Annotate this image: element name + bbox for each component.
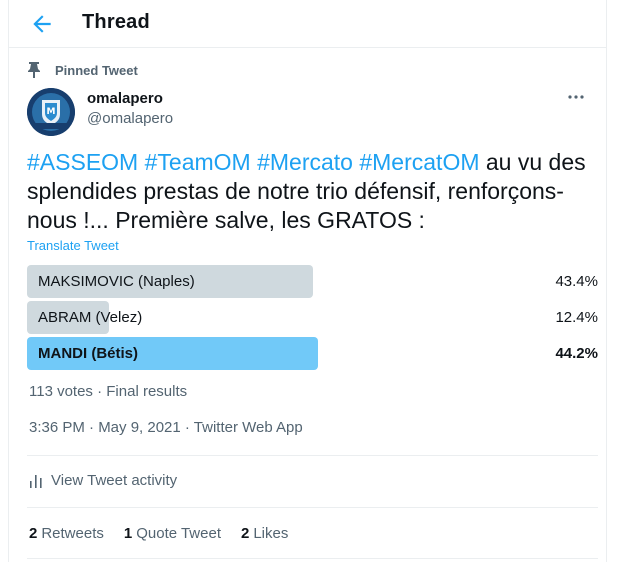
stat-count: 2 [241,525,250,542]
retweets-stat[interactable]: 2 Retweets [29,525,104,542]
hashtag-link[interactable]: #Mercato [257,149,353,175]
poll-option-winner: MANDI (Bétis) 44.2% [27,337,598,370]
stat-count: 1 [123,525,133,542]
author-handle[interactable]: @omalapero [87,110,173,127]
page-title: Thread [82,11,150,33]
hashtag-link[interactable]: #TeamOM [145,149,251,175]
pinned-indicator: Pinned Tweet [27,61,138,79]
view-tweet-activity-label: View Tweet activity [51,472,178,489]
likes-stat[interactable]: 2 Likes [241,525,288,542]
translate-tweet-link[interactable]: Translate Tweet [27,238,119,253]
poll-option-label: MANDI (Bétis) [38,345,138,362]
divider [27,507,598,508]
divider [27,558,598,559]
author-display-name[interactable]: omalapero [87,90,163,107]
hashtag-link[interactable]: #ASSEOM [27,149,138,175]
header-bar: Thread [9,0,606,48]
stat-label: Retweets [41,525,104,542]
poll-option-percent: 12.4% [555,309,598,326]
poll-option-percent: 44.2% [555,345,598,362]
view-tweet-activity-link[interactable]: View Tweet activity [29,472,177,489]
stat-label: Likes [253,525,289,542]
tweet-timestamp[interactable]: 3:36 PM · May 9, 2021 · Twitter Web App [29,419,303,436]
poll-option: ABRAM (Velez) 12.4% [27,301,598,334]
poll-option-label: MAKSIMOVIC (Naples) [38,273,195,290]
quote-tweets-stat[interactable]: 1 Quote Tweet [124,525,221,542]
more-horizontal-icon[interactable] [562,86,590,108]
tweet-thread-panel: Thread Pinned Tweet M omalapero @omalape… [8,0,607,562]
divider [27,455,598,456]
tweet-text: #ASSEOM #TeamOM #Mercato #MercatOM au vu… [27,148,597,235]
arrow-left-icon[interactable] [29,11,55,37]
stat-count: 2 [29,525,38,542]
poll-option-label: ABRAM (Velez) [38,309,143,326]
hashtag-link[interactable]: #MercatOM [359,149,479,175]
poll-option-percent: 43.4% [555,273,598,290]
stat-label: Quote Tweet [136,525,221,542]
pin-icon [28,62,40,78]
pinned-label: Pinned Tweet [55,62,138,78]
poll-option: MAKSIMOVIC (Naples) 43.4% [27,265,598,298]
poll-summary: 113 votes · Final results [29,383,188,400]
avatar-crest-image: M [27,88,75,136]
tweet-stats: 2 Retweets 1 Quote Tweet 2 Likes [29,525,308,542]
bar-chart-icon [30,474,42,488]
svg-text:M: M [47,107,56,117]
avatar[interactable]: M [27,88,75,136]
